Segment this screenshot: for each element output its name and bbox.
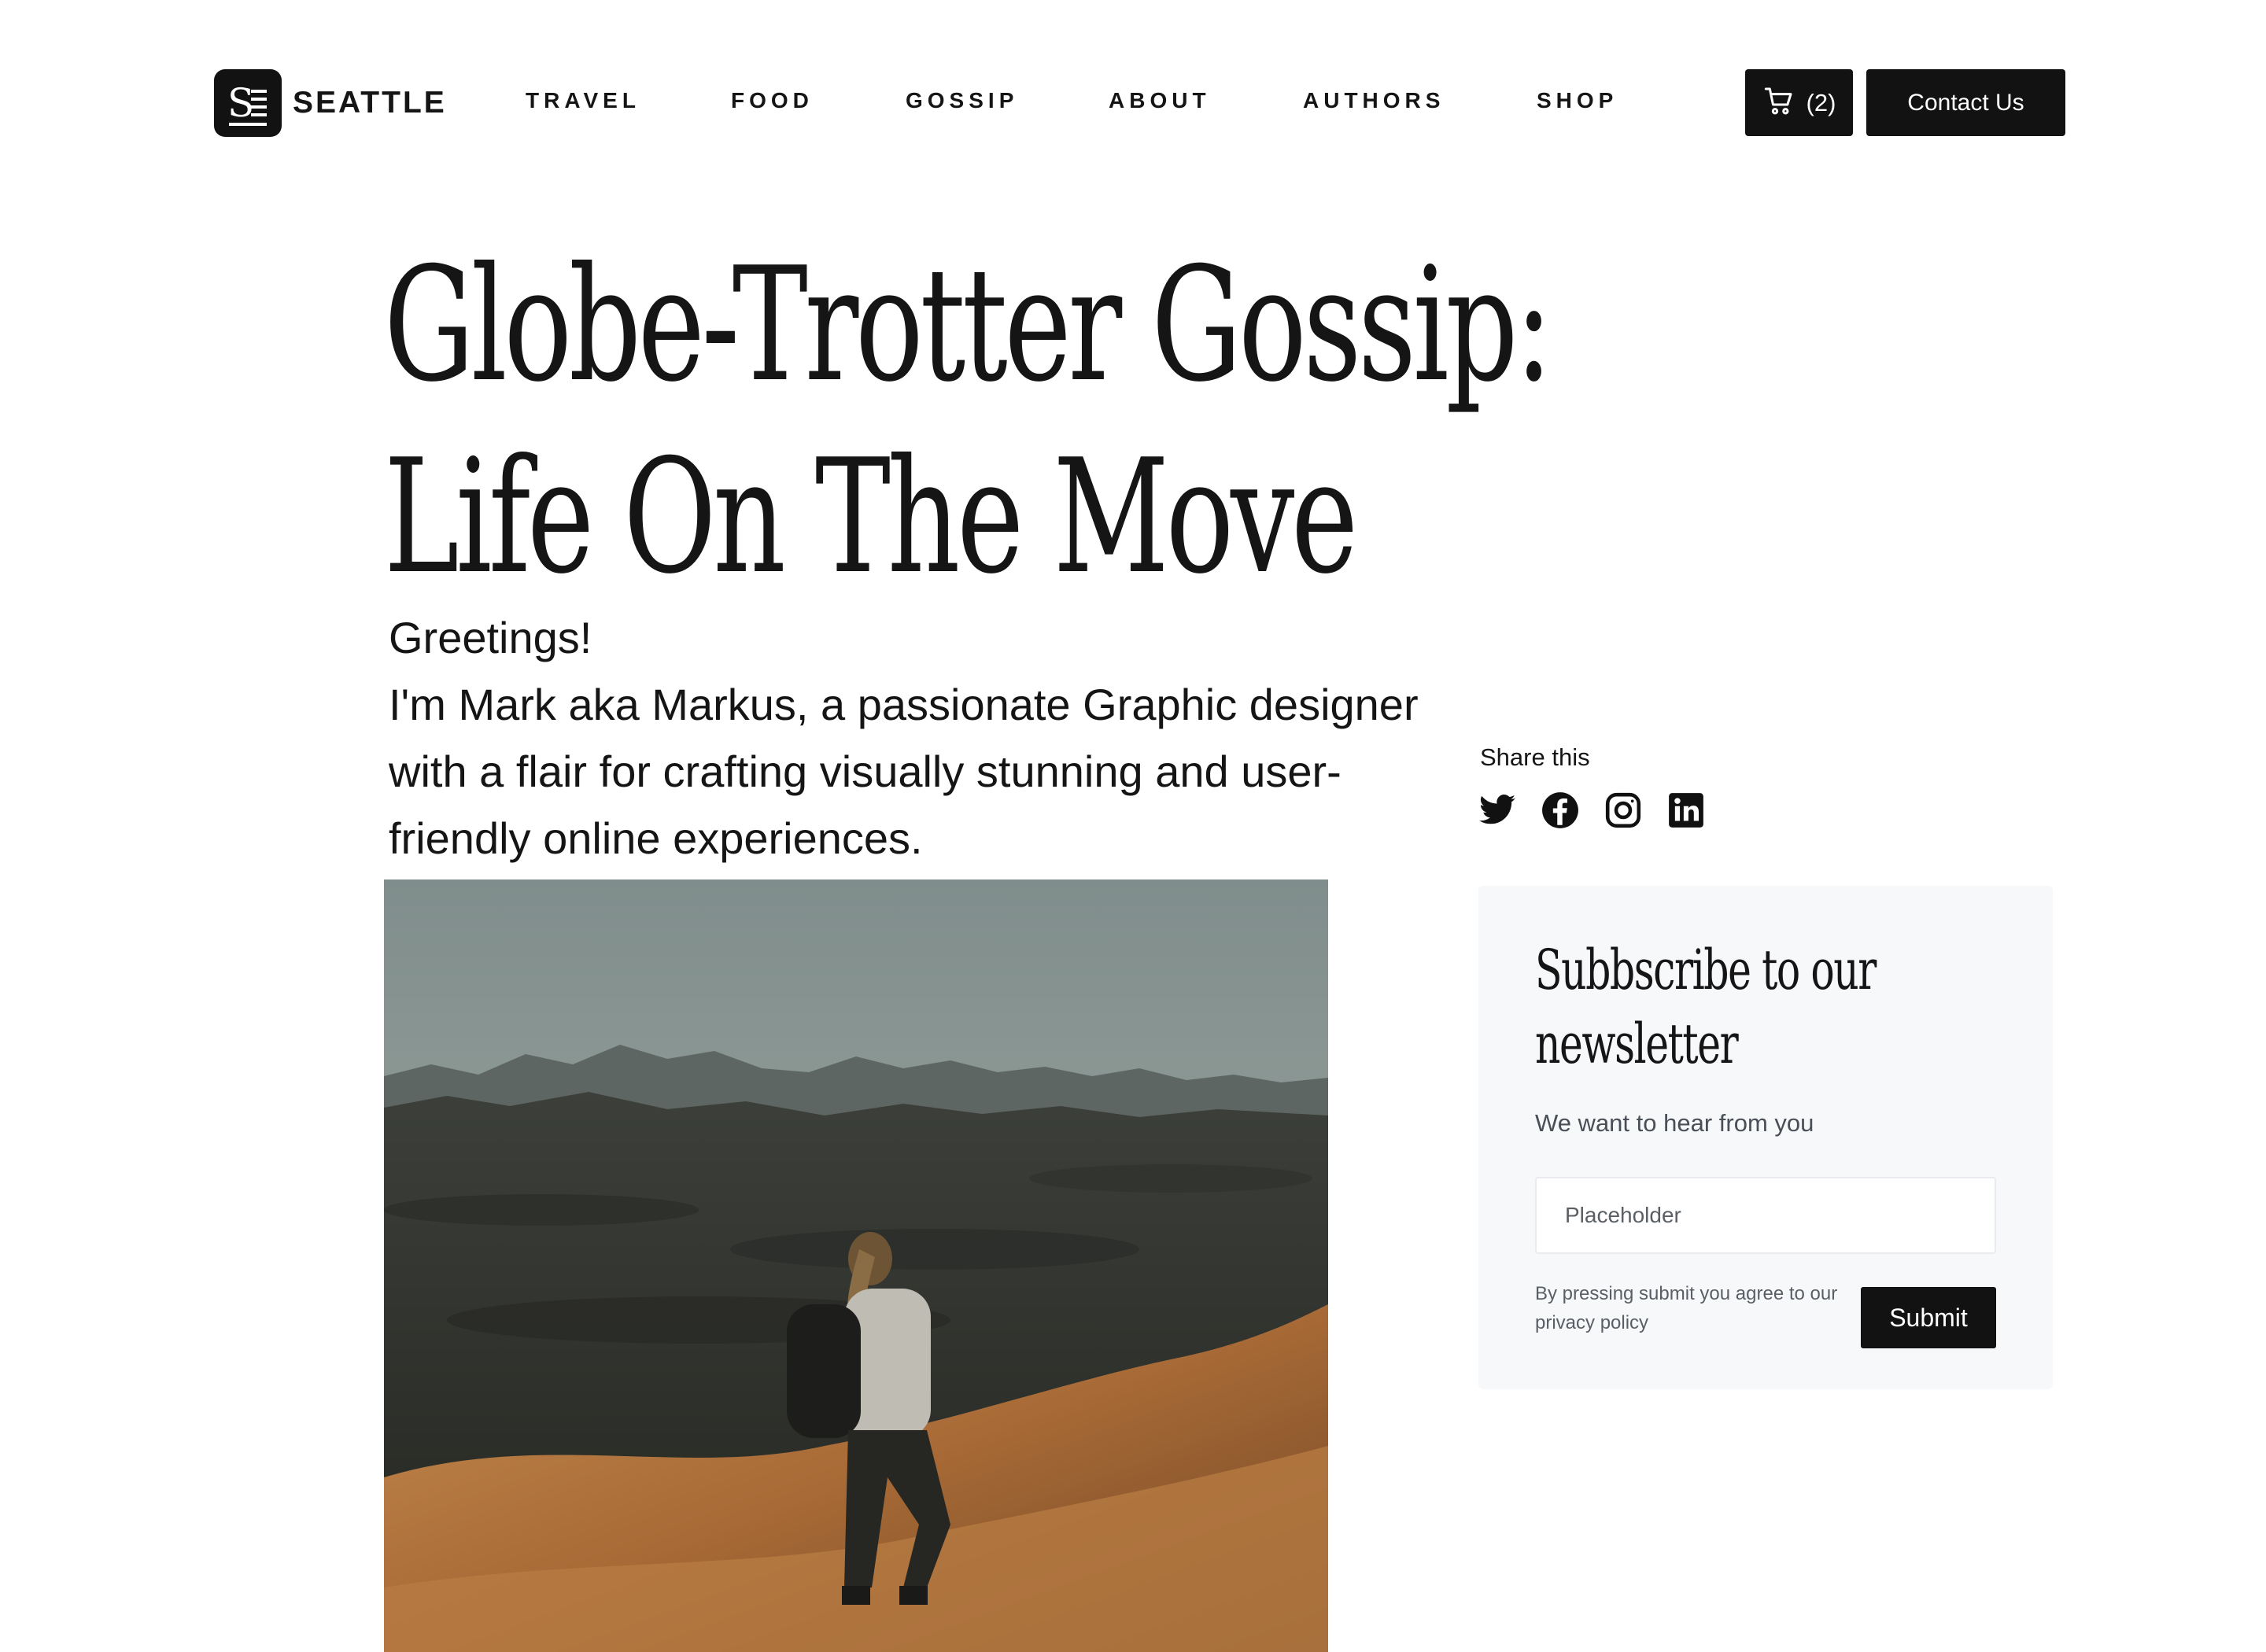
nav-item-food[interactable]: FOOD (731, 88, 814, 113)
share-label: Share this (1480, 743, 1590, 771)
cart-button[interactable]: (2) (1745, 69, 1853, 136)
page-title: Globe-Trotter Gossip: Life On The Move (384, 230, 1553, 614)
nav-item-shop[interactable]: SHOP (1537, 88, 1618, 113)
newsletter-subtitle: We want to hear from you (1535, 1109, 1814, 1137)
nav-item-authors[interactable]: AUTHORS (1303, 88, 1445, 113)
twitter-icon[interactable] (1478, 791, 1517, 830)
hero-image (384, 879, 1328, 1652)
instagram-icon[interactable] (1604, 791, 1643, 830)
newsletter-email-input[interactable] (1535, 1177, 1996, 1254)
facebook-icon[interactable] (1541, 791, 1580, 830)
newsletter-panel: Subbscribe to our newsletter We want to … (1478, 886, 2053, 1389)
nav-item-about[interactable]: ABOUT (1109, 88, 1211, 113)
nav-item-travel[interactable]: TRAVEL (526, 88, 640, 113)
page-title-line-2: Life On The Move (384, 426, 1358, 609)
share-icons (1478, 791, 1706, 830)
submit-button[interactable]: Submit (1861, 1287, 1996, 1348)
page: S SEATTLE TRAVEL FOOD GOSSIP ABOUT AUTHO… (0, 0, 2266, 1652)
cart-icon (1762, 85, 1795, 120)
linkedin-icon[interactable] (1666, 791, 1706, 830)
greeting-text: Greetings! (389, 613, 592, 662)
page-title-line-1: Globe-Trotter Gossip: (384, 234, 1553, 417)
article-intro: Greetings! I'm Mark aka Markus, a passio… (389, 604, 1427, 872)
privacy-policy-text: By pressing submit you agree to our priv… (1535, 1283, 1838, 1333)
cart-count: (2) (1806, 88, 1836, 116)
contact-us-button[interactable]: Contact Us (1866, 69, 2065, 136)
intro-text: I'm Mark aka Markus, a passionate Graphi… (389, 680, 1419, 863)
newsletter-title: Subbscribe to our newsletter (1535, 938, 1877, 1076)
nav-item-gossip[interactable]: GOSSIP (906, 88, 1018, 113)
